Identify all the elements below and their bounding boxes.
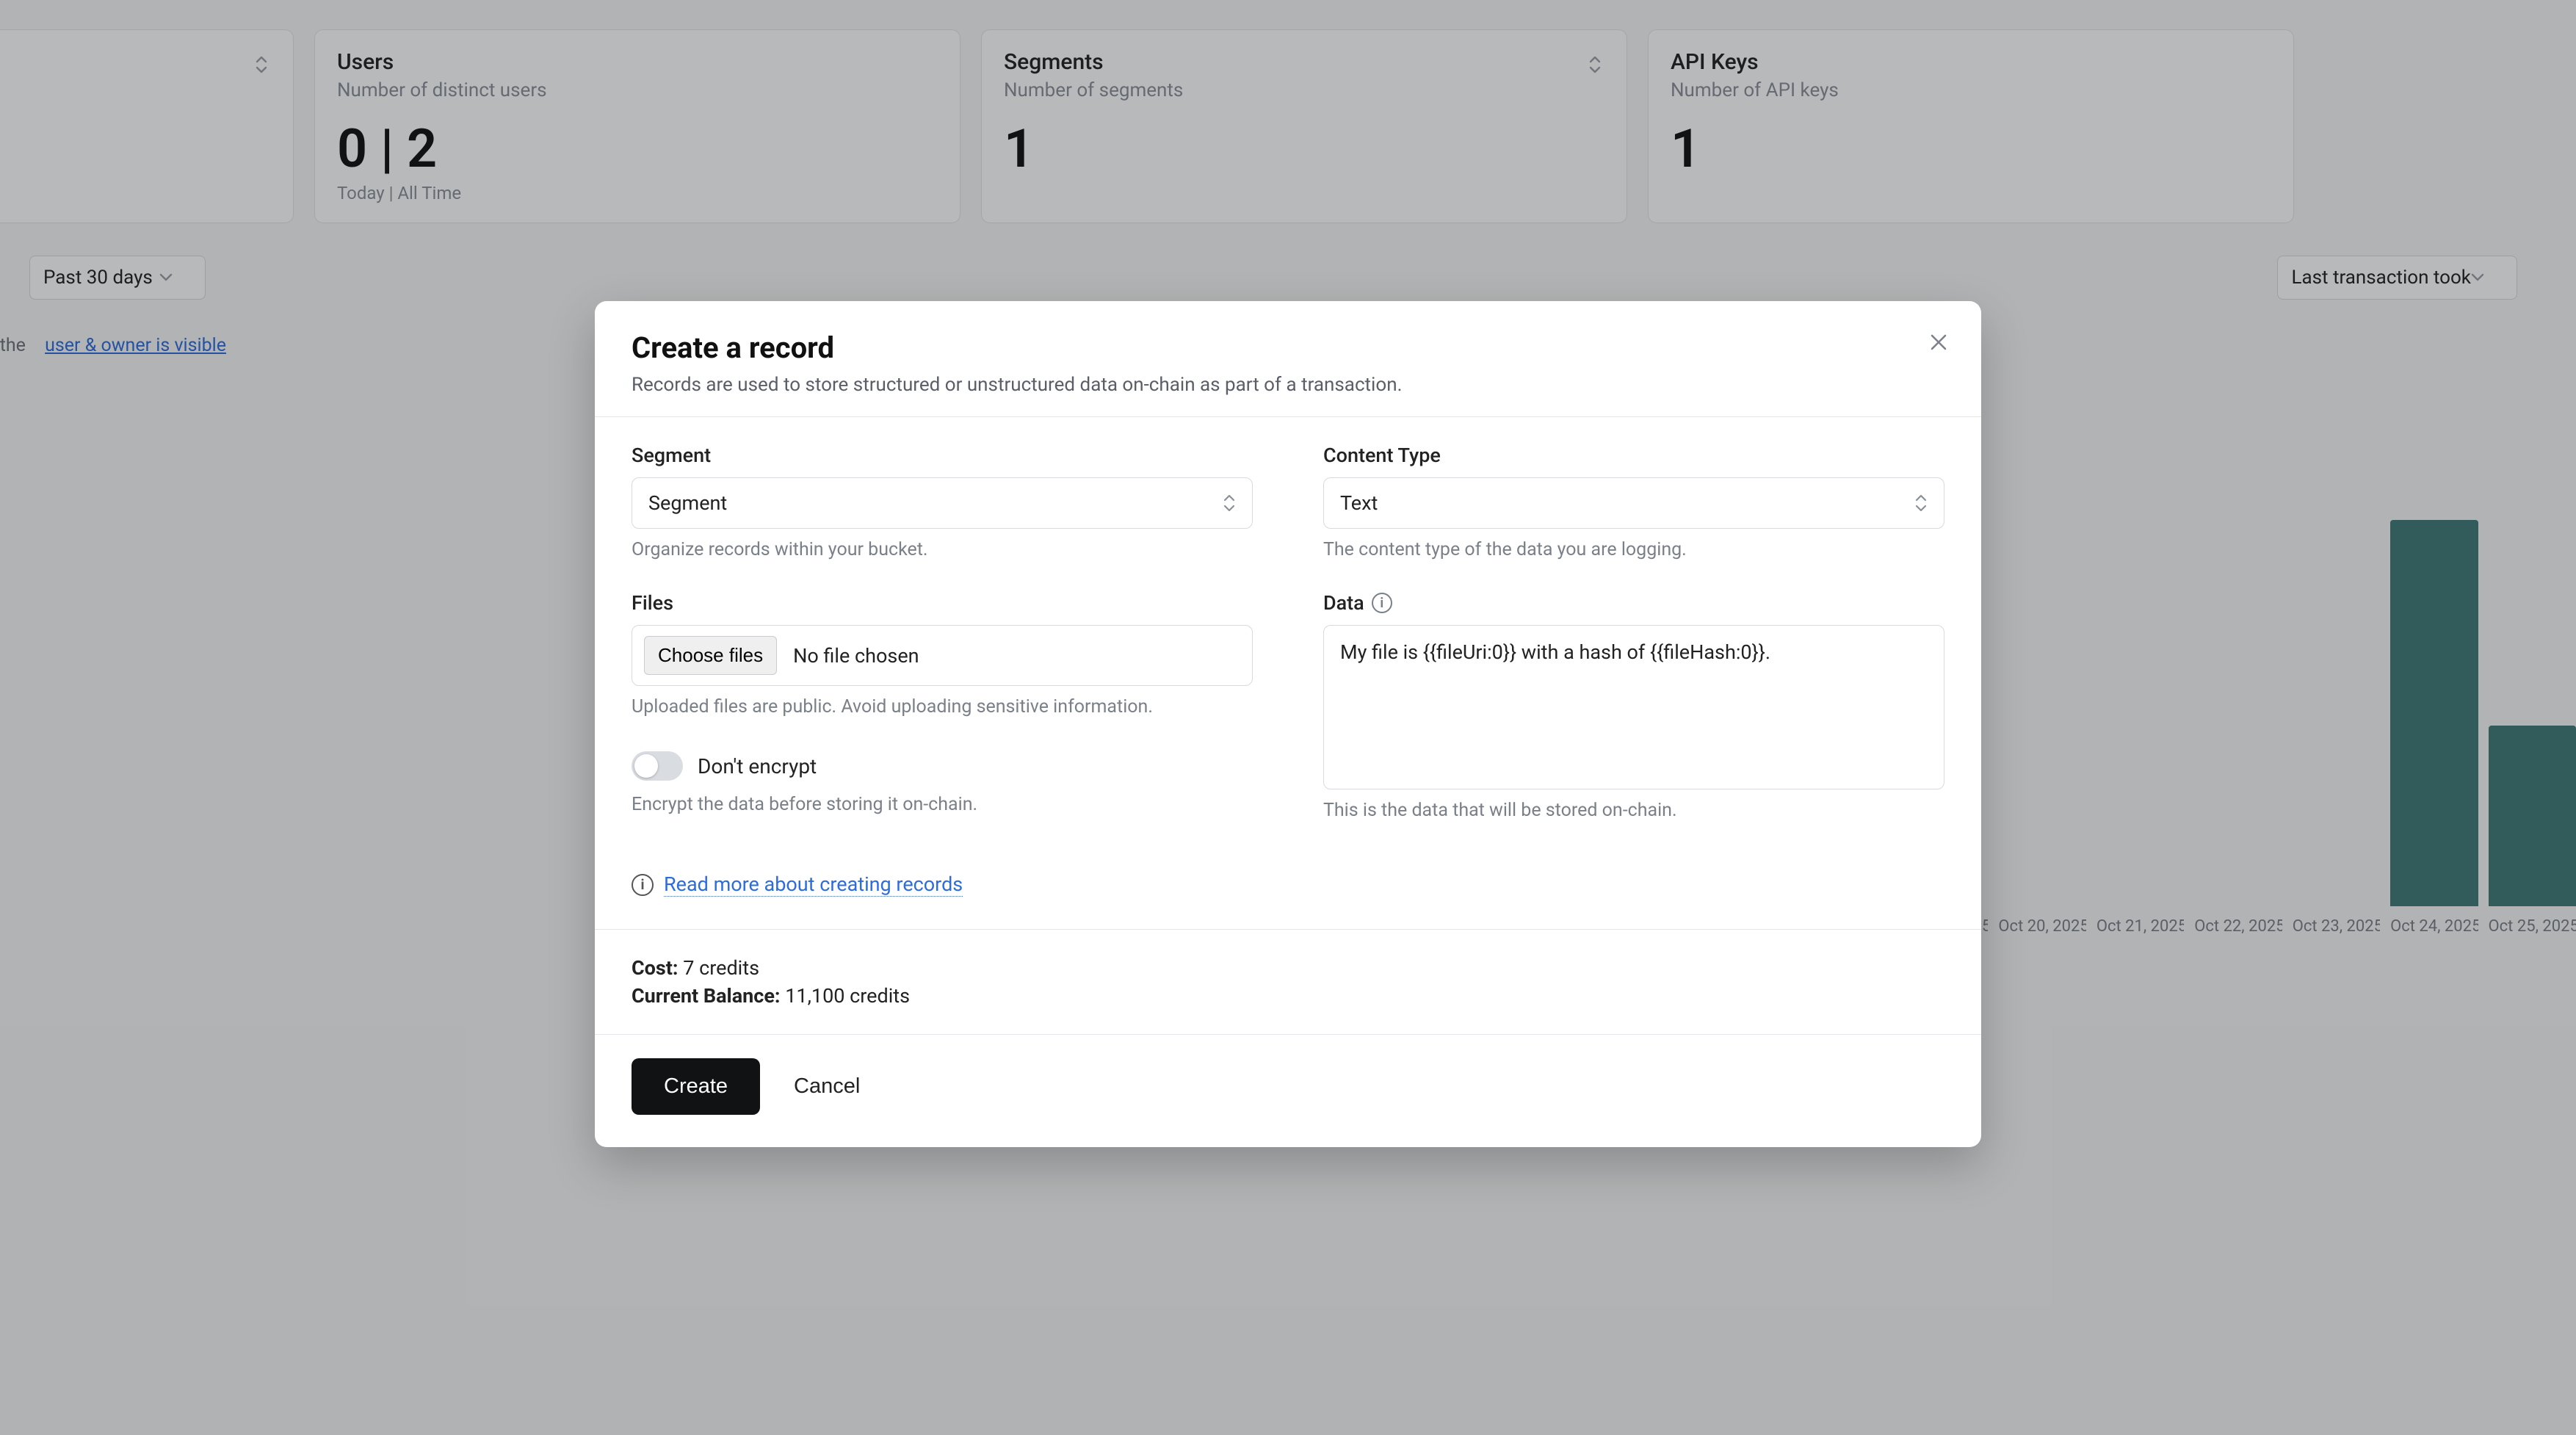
segment-select[interactable]: Segment	[632, 477, 1253, 529]
segment-label: Segment	[632, 444, 1253, 467]
content-type-value: Text	[1340, 491, 1378, 515]
choose-files-button[interactable]: Choose files	[644, 636, 777, 675]
encrypt-helper: Encrypt the data before storing it on-ch…	[632, 794, 1253, 815]
cost-value: 7 credits	[683, 956, 759, 980]
content-type-select[interactable]: Text	[1323, 477, 1944, 529]
content-type-helper: The content type of the data you are log…	[1323, 539, 1944, 560]
encrypt-label: Don't encrypt	[698, 754, 817, 778]
encrypt-toggle[interactable]	[632, 751, 683, 781]
balance-value: 11,100 credits	[785, 984, 910, 1008]
segment-field: Segment Segment Organize records within …	[632, 444, 1253, 560]
files-label: Files	[632, 591, 1253, 615]
content-type-field: Content Type Text The content type of th…	[1323, 444, 1944, 560]
cost-line: Cost: 7 credits	[632, 956, 1944, 980]
create-button[interactable]: Create	[632, 1058, 760, 1115]
files-field: Files Choose files No file chosen Upload…	[632, 591, 1253, 821]
segment-value: Segment	[648, 491, 727, 515]
close-icon[interactable]	[1927, 330, 1950, 354]
data-field: Data i This is the data that will be sto…	[1323, 591, 1944, 821]
encrypt-row: Don't encrypt	[632, 751, 1253, 781]
chevron-updown-icon	[1914, 494, 1928, 513]
cost-label: Cost:	[632, 956, 679, 980]
modal-description: Records are used to store structured or …	[632, 374, 1944, 396]
content-type-label: Content Type	[1323, 444, 1944, 467]
chevron-updown-icon	[1223, 494, 1236, 513]
read-more-row: i Read more about creating records	[632, 872, 1944, 897]
info-icon[interactable]: i	[1372, 593, 1392, 613]
data-label-text: Data	[1323, 591, 1364, 615]
read-more-link[interactable]: Read more about creating records	[664, 872, 963, 897]
file-chosen-text: No file chosen	[793, 644, 919, 668]
create-record-modal: Create a record Records are used to stor…	[595, 301, 1981, 1147]
balance-label: Current Balance:	[632, 984, 781, 1008]
modal-header: Create a record Records are used to stor…	[595, 301, 1981, 416]
data-label: Data i	[1323, 591, 1944, 615]
modal-title: Create a record	[632, 330, 1944, 365]
modal-body: Segment Segment Organize records within …	[595, 417, 1981, 903]
files-helper: Uploaded files are public. Avoid uploadi…	[632, 696, 1253, 718]
cancel-button[interactable]: Cancel	[794, 1074, 860, 1099]
info-icon: i	[632, 874, 654, 896]
data-helper: This is the data that will be stored on-…	[1323, 800, 1944, 821]
data-textarea[interactable]	[1323, 625, 1944, 789]
file-input-row: Choose files No file chosen	[632, 625, 1253, 686]
segment-helper: Organize records within your bucket.	[632, 539, 1253, 560]
modal-footer: Create Cancel	[595, 1035, 1981, 1147]
modal-overlay[interactable]: Create a record Records are used to stor…	[0, 0, 2576, 1435]
balance-line: Current Balance: 11,100 credits	[632, 984, 1944, 1008]
cost-block: Cost: 7 credits Current Balance: 11,100 …	[595, 930, 1981, 1034]
